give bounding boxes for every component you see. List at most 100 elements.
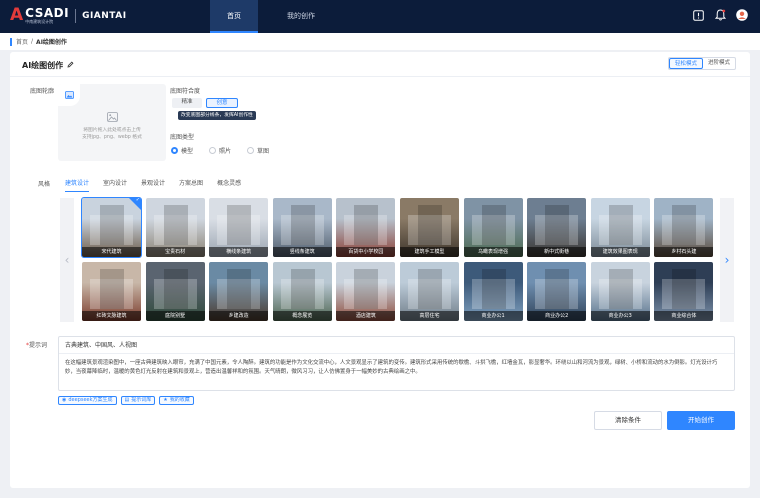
clear-button[interactable]: 清除条件 <box>594 411 662 430</box>
fit-precise-option[interactable]: 精准 <box>172 98 202 108</box>
style-tile[interactable]: 庭院别墅 <box>145 262 205 321</box>
logo-name: CSADI <box>25 6 70 20</box>
divider <box>10 76 750 77</box>
style-tile-label: 高层住宅 <box>399 311 459 321</box>
user-avatar-icon[interactable] <box>736 9 748 21</box>
mode-easy-button[interactable]: 轻松模式 <box>668 58 703 69</box>
breadcrumb: 首页 / AI绘图创作 <box>0 33 760 50</box>
alert-box-icon[interactable] <box>692 9 704 21</box>
style-tile[interactable]: 建筑效果图表现 <box>590 198 650 257</box>
outline-label: 底图轮廓 <box>30 88 55 95</box>
outline-image-icon <box>58 84 80 106</box>
style-tile[interactable]: 新中式街巷 <box>527 198 587 257</box>
tab-master-plan[interactable]: 方案总图 <box>179 178 203 192</box>
style-tile[interactable]: 酒店建筑 <box>336 262 396 321</box>
style-tile[interactable]: 横线条建筑 <box>209 198 269 257</box>
deepseek-button[interactable]: ◉ deepseek方案生成 <box>58 396 117 405</box>
prompt-label: *提示词 <box>26 342 48 349</box>
chevron-left-icon: ‹ <box>64 253 70 267</box>
style-tabs: 建筑设计 室内设计 景观设计 方案总图 概念灵感 <box>65 178 255 192</box>
fit-creative-option[interactable]: 创意 <box>206 98 238 108</box>
style-tile[interactable]: 商业办公1 <box>463 262 523 321</box>
style-tile[interactable]: 建筑手工模型 <box>399 198 459 257</box>
style-tile[interactable]: 乌瞰表现增强 <box>463 198 523 257</box>
style-label: 风格 <box>38 181 51 188</box>
upload-dropzone[interactable]: 将图片拖入此处或点击上传 支持jpg、png、webp 格式 <box>58 84 166 161</box>
main-card: AI绘图创作 轻松模式 进阶模式 底图轮廓 将图片拖入此处或点击上传 支持jpg… <box>10 52 750 488</box>
mode-switch: 轻松模式 进阶模式 <box>667 57 736 70</box>
main-nav: 首页 我的创作 <box>210 0 328 33</box>
edit-icon[interactable] <box>67 61 74 70</box>
style-tile-label: 乌瞰表现增强 <box>463 247 523 257</box>
style-tile[interactable]: 商业办公2 <box>527 262 587 321</box>
upload-tip-line1: 将图片拖入此处或点击上传 <box>83 128 141 133</box>
radio-photo[interactable]: 照片 <box>209 146 231 155</box>
style-gallery: 宋代建筑 ✓ 宝贵石材 横线条建筑 竖线条建筑 百货中小学校园 建筑手工模型 乌瞰表现增强 新中… <box>81 197 718 321</box>
style-tile-label: 新中式街巷 <box>527 247 587 257</box>
style-tile-label: 乡村石头建 <box>654 247 714 257</box>
style-tile[interactable]: 百货中小学校园 <box>336 198 396 257</box>
style-tile[interactable]: 宋代建筑 ✓ <box>81 197 142 258</box>
top-navigation-bar: A CSADI 中南建筑设计院 GIANTAI 首页 我的创作 <box>0 0 760 33</box>
style-tile-label: 商业办公2 <box>527 311 587 321</box>
style-tile-label: 庭院别墅 <box>145 311 205 321</box>
page-title: AI绘图创作 <box>22 61 64 70</box>
breadcrumb-current: AI绘图创作 <box>36 39 67 46</box>
breadcrumb-home[interactable]: 首页 <box>16 37 28 46</box>
prompt-description[interactable]: 在这幅建筑景观渲染图中，一座古典建筑映入眼帘，充满了中国元素，令人陶醉。建筑的功… <box>65 359 728 377</box>
upload-tip-line2: 支持jpg、png、webp 格式 <box>82 135 142 140</box>
style-tile[interactable]: 商业综合体 <box>654 262 714 321</box>
nav-item-my-works[interactable]: 我的创作 <box>274 0 328 33</box>
style-tile-label: 建筑手工模型 <box>399 247 459 257</box>
tab-architecture[interactable]: 建筑设计 <box>65 178 90 192</box>
style-tile[interactable]: 竖线条建筑 <box>272 198 332 257</box>
breadcrumb-separator: / <box>31 38 34 45</box>
brand-name: GIANTAI <box>82 10 127 21</box>
base-type-radio-group: 模型 照片 草图 <box>171 146 285 155</box>
style-tile[interactable]: 乡村石头建 <box>654 198 714 257</box>
style-tile-label: 红砖文脉建筑 <box>82 311 141 321</box>
gallery-prev-button[interactable]: ‹ <box>60 198 74 322</box>
nav-item-home[interactable]: 首页 <box>210 0 258 33</box>
style-tile-label: 概念展览 <box>272 311 332 321</box>
style-tile[interactable]: 宝贵石材 <box>145 198 205 257</box>
prompt-textarea[interactable]: 古典建筑、中国风、人视图 在这幅建筑景观渲染图中，一座古典建筑映入眼帘，充满了中… <box>58 336 735 391</box>
style-tile[interactable]: 乡建改造 <box>209 262 269 321</box>
style-tile-label: 横线条建筑 <box>209 247 269 257</box>
favorite-icon: ★ <box>163 397 168 403</box>
fit-label: 底图符合度 <box>170 88 201 95</box>
style-tile[interactable]: 红砖文脉建筑 <box>82 262 141 321</box>
style-tile-label: 建筑效果图表现 <box>590 247 650 257</box>
style-tile-label: 竖线条建筑 <box>272 247 332 257</box>
tab-interior[interactable]: 室内设计 <box>103 178 127 192</box>
fit-tooltip: 改变底图部分线条，发挥AI创作性 <box>178 111 256 120</box>
prompt-keywords[interactable]: 古典建筑、中国风、人视图 <box>65 341 728 350</box>
style-tile-label: 商业办公1 <box>463 311 523 321</box>
style-tile-label: 百货中小学校园 <box>336 247 396 257</box>
logo-divider <box>75 8 77 23</box>
style-tile-label: 宝贵石材 <box>145 247 205 257</box>
prompt-library-button[interactable]: ▤ 提示词库 <box>120 396 156 405</box>
my-favorites-button[interactable]: ★ 我的收藏 <box>159 396 194 405</box>
mode-advanced-button[interactable]: 进阶模式 <box>703 58 735 69</box>
style-tile[interactable]: 商业办公3 <box>590 262 650 321</box>
tab-landscape[interactable]: 景观设计 <box>141 178 165 192</box>
style-tile-label: 乡建改造 <box>209 311 269 321</box>
style-tile[interactable]: 概念展览 <box>272 262 332 321</box>
prompt-tools: ◉ deepseek方案生成 ▤ 提示词库 ★ 我的收藏 <box>58 396 194 405</box>
deepseek-icon: ◉ <box>62 397 67 403</box>
radio-sketch[interactable]: 草图 <box>247 146 269 155</box>
gallery-next-button[interactable]: › <box>720 198 734 322</box>
tab-concept[interactable]: 概念灵感 <box>217 178 241 192</box>
radio-model[interactable]: 模型 <box>171 146 193 155</box>
logo[interactable]: A CSADI 中南建筑设计院 GIANTAI <box>10 6 127 25</box>
chevron-right-icon: › <box>724 253 730 267</box>
upload-image-icon <box>107 112 118 124</box>
style-tile[interactable]: 高层住宅 <box>399 262 459 321</box>
style-tile-label: 宋代建筑 <box>82 247 141 257</box>
style-tile-label: 商业办公3 <box>590 311 650 321</box>
bell-icon[interactable] <box>714 9 726 21</box>
library-icon: ▤ <box>124 397 130 403</box>
base-type-label: 底图类型 <box>170 134 195 141</box>
start-button[interactable]: 开始创作 <box>667 411 735 430</box>
